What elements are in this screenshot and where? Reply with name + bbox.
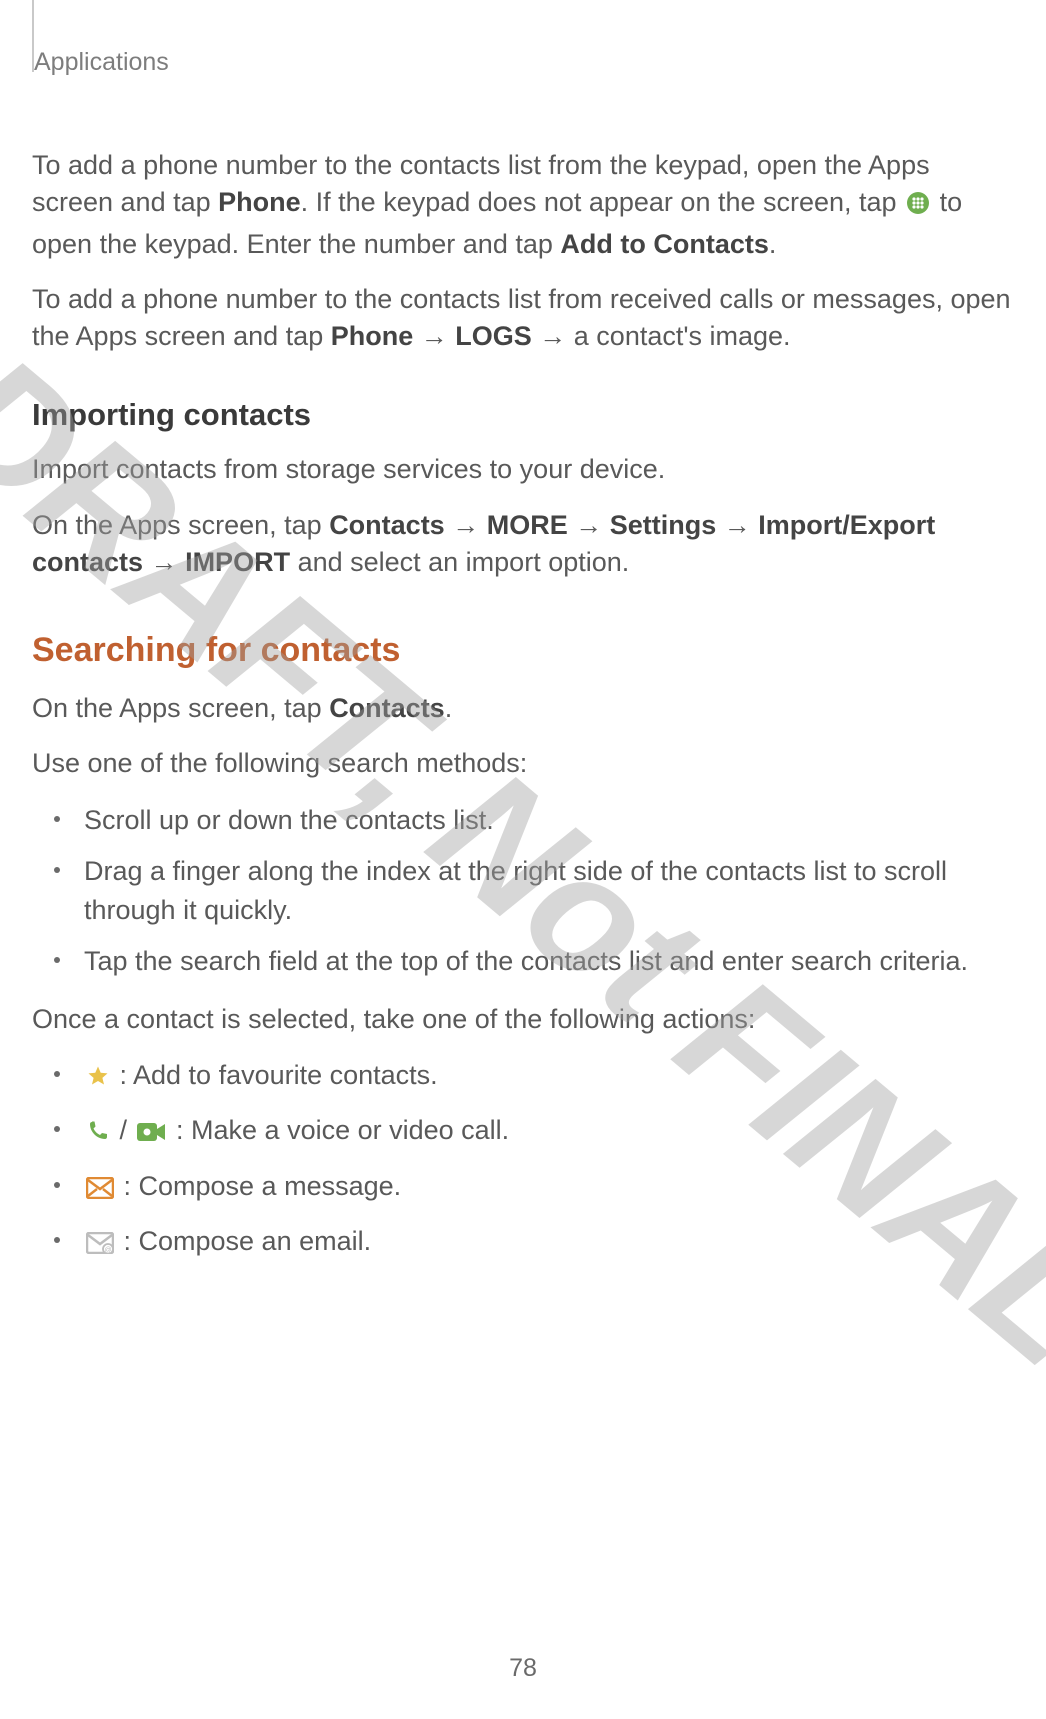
- paragraph-import-path: On the Apps screen, tap Contacts → MORE …: [32, 507, 1014, 582]
- arrow: →: [716, 510, 758, 540]
- text: : Compose a message.: [116, 1171, 401, 1201]
- bold-phone: Phone: [331, 321, 414, 351]
- phone-icon: [86, 1115, 110, 1154]
- text: and select an import option.: [290, 547, 629, 577]
- list-item-email: @ : Compose an email.: [68, 1222, 1014, 1265]
- svg-text:@: @: [104, 1247, 111, 1254]
- search-methods-list: Scroll up or down the contacts list. Dra…: [32, 801, 1014, 982]
- keypad-icon: [906, 188, 930, 225]
- paragraph-add-from-keypad: To add a phone number to the contacts li…: [32, 147, 1014, 263]
- separator: /: [112, 1115, 135, 1145]
- heading-importing-contacts: Importing contacts: [32, 397, 1014, 433]
- star-icon: [86, 1060, 110, 1099]
- paragraph-search-methods-intro: Use one of the following search methods:: [32, 745, 1014, 782]
- page-header: Applications: [34, 48, 1014, 77]
- arrow: →: [532, 321, 574, 351]
- list-item-favourite: : Add to favourite contacts.: [68, 1056, 1014, 1099]
- list-item: Scroll up or down the contacts list.: [68, 801, 1014, 840]
- arrow: →: [143, 547, 185, 577]
- text: : Make a voice or video call.: [169, 1115, 510, 1145]
- email-icon: @: [86, 1226, 114, 1265]
- bold-more: MORE: [487, 510, 568, 540]
- bold-contacts: Contacts: [329, 693, 445, 723]
- document-page: Applications To add a phone number to th…: [0, 0, 1046, 1719]
- arrow: →: [413, 321, 455, 351]
- paragraph-search-open: On the Apps screen, tap Contacts.: [32, 690, 1014, 727]
- text: a contact's image.: [574, 321, 791, 351]
- text: . If the keypad does not appear on the s…: [301, 187, 904, 217]
- video-icon: [137, 1115, 167, 1154]
- arrow: →: [568, 510, 610, 540]
- paragraph-actions-intro: Once a contact is selected, take one of …: [32, 1001, 1014, 1038]
- contact-actions-list: : Add to favourite contacts. / : Make a …: [32, 1056, 1014, 1265]
- bold-add-to-contacts: Add to Contacts: [560, 229, 769, 259]
- heading-searching-for-contacts: Searching for contacts: [32, 631, 1014, 670]
- bold-settings: Settings: [610, 510, 717, 540]
- text: .: [769, 229, 777, 259]
- arrow: →: [445, 510, 487, 540]
- bold-logs: LOGS: [455, 321, 532, 351]
- text: : Add to favourite contacts.: [112, 1060, 438, 1090]
- list-item-call: / : Make a voice or video call.: [68, 1111, 1014, 1154]
- bold-import: IMPORT: [185, 547, 290, 577]
- text: : Compose an email.: [116, 1226, 371, 1256]
- page-number: 78: [0, 1654, 1046, 1683]
- text: On the Apps screen, tap: [32, 510, 329, 540]
- paragraph-import-intro: Import contacts from storage services to…: [32, 451, 1014, 488]
- message-icon: [86, 1171, 114, 1210]
- list-item: Drag a finger along the index at the rig…: [68, 852, 1014, 930]
- list-item-message: : Compose a message.: [68, 1167, 1014, 1210]
- header-rule: [32, 0, 34, 72]
- list-item: Tap the search field at the top of the c…: [68, 942, 1014, 981]
- bold-contacts: Contacts: [329, 510, 445, 540]
- paragraph-add-from-logs: To add a phone number to the contacts li…: [32, 281, 1014, 356]
- text: .: [445, 693, 453, 723]
- bold-phone: Phone: [218, 187, 301, 217]
- text: On the Apps screen, tap: [32, 693, 329, 723]
